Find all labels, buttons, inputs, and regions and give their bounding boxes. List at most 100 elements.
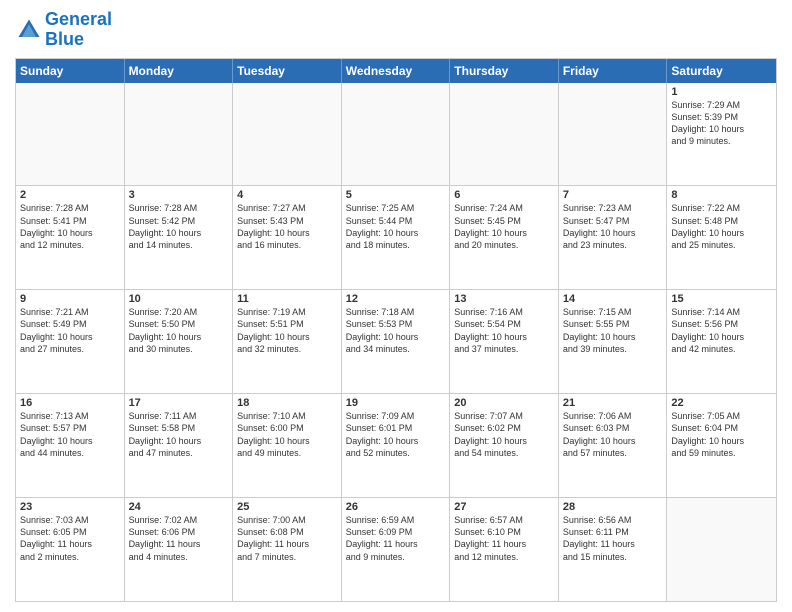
- calendar-cell: 21Sunrise: 7:06 AM Sunset: 6:03 PM Dayli…: [559, 394, 668, 497]
- calendar-cell: 4Sunrise: 7:27 AM Sunset: 5:43 PM Daylig…: [233, 186, 342, 289]
- day-number: 4: [237, 189, 337, 201]
- day-info: Sunrise: 7:18 AM Sunset: 5:53 PM Dayligh…: [346, 306, 446, 355]
- calendar-cell: 22Sunrise: 7:05 AM Sunset: 6:04 PM Dayli…: [667, 394, 776, 497]
- calendar-cell: 20Sunrise: 7:07 AM Sunset: 6:02 PM Dayli…: [450, 394, 559, 497]
- calendar-cell: 14Sunrise: 7:15 AM Sunset: 5:55 PM Dayli…: [559, 290, 668, 393]
- calendar-cell: 12Sunrise: 7:18 AM Sunset: 5:53 PM Dayli…: [342, 290, 451, 393]
- day-number: 18: [237, 397, 337, 409]
- day-info: Sunrise: 7:02 AM Sunset: 6:06 PM Dayligh…: [129, 514, 229, 563]
- weekday-header: Tuesday: [233, 59, 342, 83]
- day-info: Sunrise: 7:11 AM Sunset: 5:58 PM Dayligh…: [129, 410, 229, 459]
- calendar-cell: 15Sunrise: 7:14 AM Sunset: 5:56 PM Dayli…: [667, 290, 776, 393]
- calendar-cell: 2Sunrise: 7:28 AM Sunset: 5:41 PM Daylig…: [16, 186, 125, 289]
- header: General Blue: [15, 10, 777, 50]
- day-info: Sunrise: 7:10 AM Sunset: 6:00 PM Dayligh…: [237, 410, 337, 459]
- page: General Blue SundayMondayTuesdayWednesda…: [0, 0, 792, 612]
- day-number: 1: [671, 86, 772, 98]
- day-info: Sunrise: 7:09 AM Sunset: 6:01 PM Dayligh…: [346, 410, 446, 459]
- calendar-cell: 24Sunrise: 7:02 AM Sunset: 6:06 PM Dayli…: [125, 498, 234, 601]
- day-info: Sunrise: 7:28 AM Sunset: 5:41 PM Dayligh…: [20, 202, 120, 251]
- day-info: Sunrise: 7:07 AM Sunset: 6:02 PM Dayligh…: [454, 410, 554, 459]
- day-info: Sunrise: 7:23 AM Sunset: 5:47 PM Dayligh…: [563, 202, 663, 251]
- day-info: Sunrise: 7:15 AM Sunset: 5:55 PM Dayligh…: [563, 306, 663, 355]
- day-number: 23: [20, 501, 120, 513]
- day-info: Sunrise: 6:57 AM Sunset: 6:10 PM Dayligh…: [454, 514, 554, 563]
- day-number: 5: [346, 189, 446, 201]
- day-info: Sunrise: 6:59 AM Sunset: 6:09 PM Dayligh…: [346, 514, 446, 563]
- day-info: Sunrise: 6:56 AM Sunset: 6:11 PM Dayligh…: [563, 514, 663, 563]
- day-number: 12: [346, 293, 446, 305]
- day-number: 15: [671, 293, 772, 305]
- day-number: 11: [237, 293, 337, 305]
- calendar-cell: 16Sunrise: 7:13 AM Sunset: 5:57 PM Dayli…: [16, 394, 125, 497]
- day-info: Sunrise: 7:21 AM Sunset: 5:49 PM Dayligh…: [20, 306, 120, 355]
- day-number: 25: [237, 501, 337, 513]
- calendar-row: 23Sunrise: 7:03 AM Sunset: 6:05 PM Dayli…: [16, 497, 776, 601]
- day-number: 24: [129, 501, 229, 513]
- calendar-row: 1Sunrise: 7:29 AM Sunset: 5:39 PM Daylig…: [16, 83, 776, 186]
- day-number: 9: [20, 293, 120, 305]
- day-number: 26: [346, 501, 446, 513]
- day-number: 6: [454, 189, 554, 201]
- day-info: Sunrise: 7:29 AM Sunset: 5:39 PM Dayligh…: [671, 99, 772, 148]
- weekday-header: Wednesday: [342, 59, 451, 83]
- calendar-cell: 27Sunrise: 6:57 AM Sunset: 6:10 PM Dayli…: [450, 498, 559, 601]
- day-info: Sunrise: 7:16 AM Sunset: 5:54 PM Dayligh…: [454, 306, 554, 355]
- weekday-header: Monday: [125, 59, 234, 83]
- calendar-cell: 9Sunrise: 7:21 AM Sunset: 5:49 PM Daylig…: [16, 290, 125, 393]
- day-number: 20: [454, 397, 554, 409]
- logo: General Blue: [15, 10, 112, 50]
- day-info: Sunrise: 7:20 AM Sunset: 5:50 PM Dayligh…: [129, 306, 229, 355]
- calendar-body: 1Sunrise: 7:29 AM Sunset: 5:39 PM Daylig…: [16, 83, 776, 601]
- day-number: 27: [454, 501, 554, 513]
- calendar-cell: [16, 83, 125, 186]
- day-info: Sunrise: 7:05 AM Sunset: 6:04 PM Dayligh…: [671, 410, 772, 459]
- weekday-header: Friday: [559, 59, 668, 83]
- day-number: 14: [563, 293, 663, 305]
- calendar-cell: 8Sunrise: 7:22 AM Sunset: 5:48 PM Daylig…: [667, 186, 776, 289]
- calendar-cell: [125, 83, 234, 186]
- day-info: Sunrise: 7:03 AM Sunset: 6:05 PM Dayligh…: [20, 514, 120, 563]
- day-number: 19: [346, 397, 446, 409]
- day-info: Sunrise: 7:13 AM Sunset: 5:57 PM Dayligh…: [20, 410, 120, 459]
- calendar-cell: 11Sunrise: 7:19 AM Sunset: 5:51 PM Dayli…: [233, 290, 342, 393]
- day-number: 7: [563, 189, 663, 201]
- day-number: 13: [454, 293, 554, 305]
- day-number: 10: [129, 293, 229, 305]
- calendar-cell: 17Sunrise: 7:11 AM Sunset: 5:58 PM Dayli…: [125, 394, 234, 497]
- calendar-row: 16Sunrise: 7:13 AM Sunset: 5:57 PM Dayli…: [16, 393, 776, 497]
- weekday-header: Thursday: [450, 59, 559, 83]
- calendar-cell: 13Sunrise: 7:16 AM Sunset: 5:54 PM Dayli…: [450, 290, 559, 393]
- calendar-cell: 1Sunrise: 7:29 AM Sunset: 5:39 PM Daylig…: [667, 83, 776, 186]
- day-number: 3: [129, 189, 229, 201]
- weekday-header: Saturday: [667, 59, 776, 83]
- calendar-cell: 10Sunrise: 7:20 AM Sunset: 5:50 PM Dayli…: [125, 290, 234, 393]
- calendar-cell: 25Sunrise: 7:00 AM Sunset: 6:08 PM Dayli…: [233, 498, 342, 601]
- calendar-cell: 3Sunrise: 7:28 AM Sunset: 5:42 PM Daylig…: [125, 186, 234, 289]
- calendar-cell: 28Sunrise: 6:56 AM Sunset: 6:11 PM Dayli…: [559, 498, 668, 601]
- day-number: 2: [20, 189, 120, 201]
- day-info: Sunrise: 7:22 AM Sunset: 5:48 PM Dayligh…: [671, 202, 772, 251]
- calendar-cell: [233, 83, 342, 186]
- calendar: SundayMondayTuesdayWednesdayThursdayFrid…: [15, 58, 777, 602]
- calendar-cell: [342, 83, 451, 186]
- calendar-cell: 18Sunrise: 7:10 AM Sunset: 6:00 PM Dayli…: [233, 394, 342, 497]
- calendar-cell: [667, 498, 776, 601]
- calendar-cell: 26Sunrise: 6:59 AM Sunset: 6:09 PM Dayli…: [342, 498, 451, 601]
- day-info: Sunrise: 7:00 AM Sunset: 6:08 PM Dayligh…: [237, 514, 337, 563]
- calendar-header: SundayMondayTuesdayWednesdayThursdayFrid…: [16, 59, 776, 83]
- day-number: 8: [671, 189, 772, 201]
- calendar-row: 9Sunrise: 7:21 AM Sunset: 5:49 PM Daylig…: [16, 289, 776, 393]
- day-info: Sunrise: 7:19 AM Sunset: 5:51 PM Dayligh…: [237, 306, 337, 355]
- calendar-cell: 19Sunrise: 7:09 AM Sunset: 6:01 PM Dayli…: [342, 394, 451, 497]
- logo-text: General Blue: [45, 10, 112, 50]
- calendar-cell: [559, 83, 668, 186]
- day-number: 21: [563, 397, 663, 409]
- day-number: 16: [20, 397, 120, 409]
- day-info: Sunrise: 7:28 AM Sunset: 5:42 PM Dayligh…: [129, 202, 229, 251]
- day-number: 17: [129, 397, 229, 409]
- day-info: Sunrise: 7:14 AM Sunset: 5:56 PM Dayligh…: [671, 306, 772, 355]
- day-info: Sunrise: 7:06 AM Sunset: 6:03 PM Dayligh…: [563, 410, 663, 459]
- day-number: 22: [671, 397, 772, 409]
- calendar-cell: 5Sunrise: 7:25 AM Sunset: 5:44 PM Daylig…: [342, 186, 451, 289]
